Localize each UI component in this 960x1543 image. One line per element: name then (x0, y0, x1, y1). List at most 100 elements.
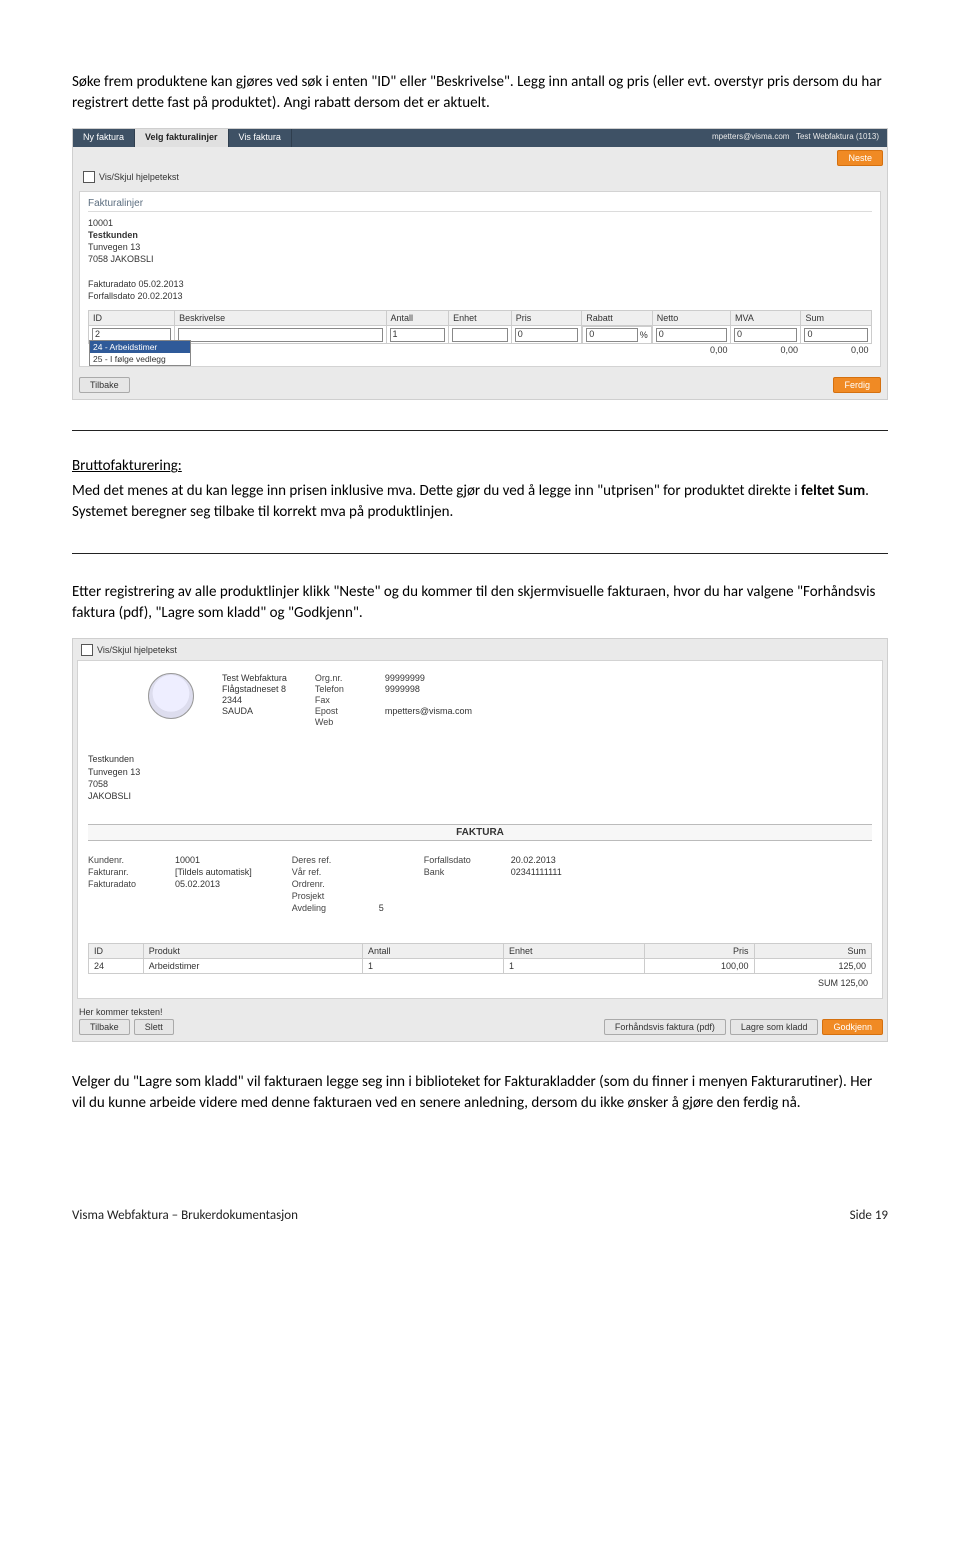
header-company: Test Webfaktura (1013) (796, 132, 879, 141)
enhet-input[interactable] (452, 328, 508, 342)
help-checkbox[interactable] (83, 171, 95, 183)
due-date: Forfallsdato 20.02.2013 (88, 290, 872, 302)
cust-addr: Tunvegen 13 (88, 241, 872, 253)
bank-value: 02341111111 (511, 867, 562, 877)
tot-netto: 0,00 (652, 344, 730, 357)
cust2-city: JAKOBSLI (88, 790, 872, 802)
cust2-name: Testkunden (88, 753, 872, 765)
col-antall: Antall (386, 310, 449, 325)
deresref-label: Deres ref. (292, 855, 367, 865)
company-logo (148, 673, 194, 719)
lines-table: ID Beskrivelse Antall Enhet Pris Rabatt … (88, 310, 872, 357)
web-label: Web (315, 717, 373, 727)
page-footer: Visma Webfaktura – Brukerdokumentasjon S… (0, 1158, 960, 1243)
prow-pris: 100,00 (644, 959, 754, 974)
ferdig-button[interactable]: Ferdig (833, 377, 881, 393)
col-pris: Pris (511, 310, 581, 325)
kundenr-label: Kundenr. (88, 855, 163, 865)
col-besk: Beskrivelse (175, 310, 386, 325)
pcol-produkt: Produkt (143, 944, 362, 959)
company-header: Test Webfaktura Flågstadneset 8 2344 SAU… (88, 669, 872, 749)
pcol-antall: Antall (363, 944, 504, 959)
pcol-pris: Pris (644, 944, 754, 959)
prow-enhet: 1 (503, 959, 644, 974)
faktura-heading: FAKTURA (88, 824, 872, 841)
lagre-kladd-button[interactable]: Lagre som kladd (730, 1019, 819, 1035)
sum-input[interactable]: 0 (804, 328, 868, 342)
bank-label: Bank (424, 867, 499, 877)
pris-input[interactable]: 0 (515, 328, 578, 342)
help-label: Vis/Skjul hjelpetekst (97, 645, 177, 655)
tabs-bar: Ny faktura Velg fakturalinjer Vis faktur… (73, 129, 887, 147)
tab-ny-faktura[interactable]: Ny faktura (73, 129, 135, 147)
neste-button[interactable]: Neste (837, 150, 883, 166)
help-checkbox[interactable] (81, 644, 93, 656)
netto-input[interactable]: 0 (656, 328, 727, 342)
after-reg-paragraph: Etter registrering av alle produktlinjer… (72, 582, 888, 624)
header-user-email: mpetters@visma.com (712, 132, 789, 141)
panel-title: Fakturalinjer (88, 198, 872, 212)
cust2-addr: Tunvegen 13 (88, 766, 872, 778)
slett-button[interactable]: Slett (134, 1019, 174, 1035)
tot-mva: 0,00 (731, 344, 801, 357)
customer-block-preview: Testkunden Tunvegen 13 7058 JAKOBSLI (88, 753, 872, 802)
table-row: 24 Arbeidstimer 1 1 100,00 125,00 (89, 959, 872, 974)
cust2-postno: 7058 (88, 778, 872, 790)
epost-label: Epost (315, 706, 373, 716)
ordrenr-label: Ordrenr. (292, 879, 367, 889)
footer-left: Visma Webfaktura – Brukerdokumentasjon (72, 1208, 298, 1223)
besk-input[interactable] (178, 328, 382, 342)
tlf-label: Telefon (315, 684, 373, 694)
product-table: ID Produkt Antall Enhet Pris Sum 24 Arbe… (88, 943, 872, 974)
orgnr-label: Org.nr. (315, 673, 373, 683)
fax-label: Fax (315, 695, 373, 705)
fakturanr-value: [Tildels automatisk] (175, 867, 252, 877)
divider (72, 430, 888, 431)
prosjekt-label: Prosjekt (292, 891, 367, 901)
cust-number: 10001 (88, 217, 872, 229)
col-rabatt: Rabatt (582, 310, 652, 325)
avdeling-label: Avdeling (292, 903, 367, 913)
customer-block: 10001 Testkunden Tunvegen 13 7058 JAKOBS… (88, 217, 872, 302)
meta-grid: Kundenr.10001 Fakturanr.[Tildels automat… (88, 855, 872, 913)
tab-vis-faktura[interactable]: Vis faktura (229, 129, 292, 147)
dropdown-item[interactable]: 25 - I følge vedlegg (90, 353, 190, 365)
forhandsvis-button[interactable]: Forhåndsvis faktura (pdf) (604, 1019, 726, 1035)
rabatt-input[interactable]: 0 (586, 328, 637, 342)
prow-prod: Arbeidstimer (143, 959, 362, 974)
col-id: ID (89, 310, 175, 325)
closing-paragraph: Velger du "Lagre som kladd" vil fakturae… (72, 1072, 888, 1114)
dropdown-item-selected[interactable]: 24 - Arbeidstimer (90, 341, 190, 353)
company-addr: Flågstadneset 8 (222, 684, 287, 694)
vaarref-label: Vår ref. (292, 867, 367, 877)
tab-velg-fakturalinjer[interactable]: Velg fakturalinjer (135, 129, 229, 147)
antall-input[interactable]: 1 (390, 328, 446, 342)
cust-city: 7058 JAKOBSLI (88, 253, 872, 265)
company-postno: 2344 (222, 695, 287, 705)
cust-name: Testkunden (88, 229, 872, 241)
company-name: Test Webfaktura (222, 673, 287, 683)
brutto-paragraph: Med det menes at du kan legge inn prisen… (72, 481, 888, 523)
tilbake-button[interactable]: Tilbake (79, 377, 130, 393)
prow-id: 24 (89, 959, 144, 974)
prow-antall: 1 (363, 959, 504, 974)
pcol-enhet: Enhet (503, 944, 644, 959)
divider (72, 553, 888, 554)
godkjenn-button[interactable]: Godkjenn (822, 1019, 883, 1035)
tilbake-button[interactable]: Tilbake (79, 1019, 130, 1035)
orgnr-value: 99999999 (385, 673, 425, 683)
screenshot-invoice-preview: Vis/Skjul hjelpetekst Test Webfaktura Fl… (72, 638, 888, 1042)
table-row: 2 24 - Arbeidstimer 25 - I følge vedlegg… (89, 325, 872, 344)
col-netto: Netto (652, 310, 730, 325)
kundenr-value: 10001 (175, 855, 200, 865)
totals-row: 0,00 0,00 0,00 (89, 344, 872, 357)
fakturadato-label: Fakturadato (88, 879, 163, 889)
brutto-title: Bruttofakturering: (72, 457, 888, 475)
epost-value: mpetters@visma.com (385, 706, 472, 716)
avdeling-value: 5 (379, 903, 384, 913)
intro-paragraph: Søke frem produktene kan gjøres ved søk … (72, 72, 888, 114)
col-mva: MVA (731, 310, 801, 325)
mva-input[interactable]: 0 (734, 328, 797, 342)
screenshot-invoice-lines: Ny faktura Velg fakturalinjer Vis faktur… (72, 128, 888, 400)
company-city: SAUDA (222, 706, 287, 716)
